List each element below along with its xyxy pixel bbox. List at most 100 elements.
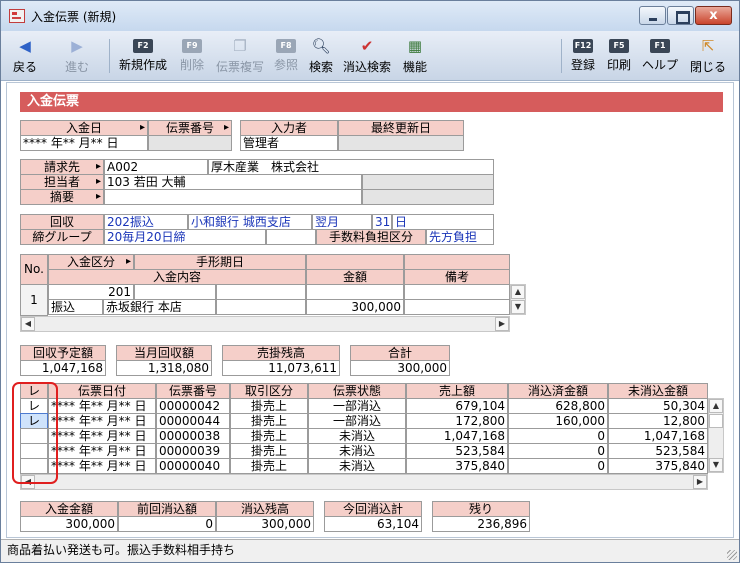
f2-key-icon: F2	[133, 39, 153, 53]
clear-type-cell: 掛売上	[230, 443, 308, 459]
reference-button[interactable]: F8 参照	[271, 35, 301, 77]
detail-row-note[interactable]	[404, 299, 510, 315]
resize-grip-icon[interactable]	[727, 550, 737, 560]
delete-button[interactable]: F9 削除	[177, 35, 207, 77]
scroll-thumb[interactable]	[709, 414, 723, 428]
function-button[interactable]: ▦ 機能	[399, 35, 431, 77]
f8-key-icon: F8	[276, 39, 296, 53]
clear-date-cell: **** 年** 月** 日	[48, 413, 156, 429]
slip-form: 入金伝票 入金日 伝票番号 **** 年** 月** 日 入力者 最終更新日 管…	[6, 82, 734, 538]
clear-status-cell: 一部消込	[308, 413, 406, 429]
clear-col-sales: 売上額	[406, 383, 508, 399]
clear-sales-cell: 523,584	[406, 443, 508, 459]
app-window: 入金伝票 (新規) x ◀ 戻る ▶ 進む F2 新規作成 F9 削除 ❐ 伝票…	[0, 0, 740, 563]
detail-row-code[interactable]: 201	[48, 284, 134, 300]
detail-no-header: No.	[20, 254, 48, 285]
total-label: 合計	[350, 345, 450, 361]
rep-extra-field	[362, 174, 494, 190]
clear-date-cell: **** 年** 月** 日	[48, 398, 156, 414]
exit-door-icon: ⇱	[701, 37, 715, 55]
close-group-field: 20毎月20日締	[104, 229, 266, 245]
prev-value: 0	[118, 516, 216, 532]
scroll-right-icon[interactable]: ▶	[693, 475, 707, 489]
clear-type-cell: 掛売上	[230, 413, 308, 429]
detail-row-amount[interactable]: 300,000	[306, 299, 404, 315]
month-value: 1,318,080	[116, 360, 212, 376]
detail-row-bill-date[interactable]	[134, 284, 216, 300]
clear-slip-cell: 00000044	[156, 413, 230, 429]
receivable-value: 11,073,611	[222, 360, 340, 376]
clearing-vertical-scrollbar[interactable]: ▲ ▼	[708, 398, 724, 473]
f5-key-icon: F5	[609, 39, 629, 53]
function-icon: ▦	[407, 37, 423, 55]
today-label: 今回消込計	[324, 501, 422, 517]
clear-remaining-cell: 12,800	[608, 413, 708, 429]
clear-col-date: 伝票日付	[48, 383, 156, 399]
summary-extra-field	[362, 189, 494, 205]
scroll-right-icon[interactable]: ▶	[495, 317, 509, 331]
clear-sales-cell: 375,840	[406, 458, 508, 474]
back-arrow-icon: ◀	[19, 37, 31, 55]
detail-kind-header: 入金区分	[48, 254, 134, 270]
clear-date-cell: **** 年** 月** 日	[48, 428, 156, 444]
clear-remaining-cell: 50,304	[608, 398, 708, 414]
back-button[interactable]: ◀ 戻る	[7, 35, 43, 77]
clearing-horizontal-scrollbar[interactable]: ◀ ▶	[20, 474, 708, 490]
clear-search-button[interactable]: ✔ 消込検索	[341, 35, 393, 77]
clear-col-remaining: 未消込金額	[608, 383, 708, 399]
clear-col-slip: 伝票番号	[156, 383, 230, 399]
title-bar: 入金伝票 (新規) x	[1, 1, 739, 31]
date-field[interactable]: **** 年** 月** 日	[20, 135, 148, 151]
clear-type-cell: 掛売上	[230, 398, 308, 414]
close-window-button[interactable]: x	[695, 6, 732, 25]
clear-date-cell: **** 年** 月** 日	[48, 443, 156, 459]
planned-value: 1,047,168	[20, 360, 106, 376]
forward-arrow-icon: ▶	[71, 37, 83, 55]
register-button[interactable]: F12 登録	[567, 35, 599, 77]
detail-horizontal-scrollbar[interactable]: ◀ ▶	[20, 316, 510, 332]
scroll-up-icon[interactable]: ▲	[511, 285, 525, 299]
detail-row-no: 1	[20, 284, 48, 316]
detail-vertical-scrollbar[interactable]: ▲ ▼	[510, 284, 526, 315]
clear-cleared-cell: 0	[508, 458, 608, 474]
detail-note-header: 備考	[404, 269, 510, 285]
scroll-left-icon[interactable]: ◀	[21, 317, 35, 331]
help-button[interactable]: F1 ヘルプ	[639, 35, 681, 77]
clear-cleared-cell: 628,800	[508, 398, 608, 414]
maximize-button[interactable]	[667, 6, 694, 25]
scroll-up-icon[interactable]: ▲	[709, 399, 723, 413]
summary-label: 摘要	[20, 189, 104, 205]
search-button[interactable]: 🔍︎ 検索	[305, 35, 337, 77]
clear-date-cell: **** 年** 月** 日	[48, 458, 156, 474]
copy-slip-button[interactable]: ❐ 伝票複写	[213, 35, 267, 77]
clear-sales-cell: 1,047,168	[406, 428, 508, 444]
detail-amount-header: 金額	[306, 269, 404, 285]
copy-icon: ❐	[233, 37, 247, 55]
close-button[interactable]: ⇱ 閉じる	[687, 35, 729, 77]
new-button[interactable]: F2 新規作成	[117, 35, 169, 77]
prev-label: 前回消込額	[118, 501, 216, 517]
clear-status-cell: 未消込	[308, 428, 406, 444]
fee-label: 手数料負担区分	[316, 229, 426, 245]
clear-col-cleared: 消込済金額	[508, 383, 608, 399]
clear-col-type: 取引区分	[230, 383, 308, 399]
scroll-down-icon[interactable]: ▼	[511, 300, 525, 314]
close-group-extra	[266, 229, 316, 245]
rep-field[interactable]: 103 若田 大輔	[104, 174, 362, 190]
clear-slip-cell: 00000039	[156, 443, 230, 459]
slip-no-field	[148, 135, 232, 151]
last-updated-label: 最終更新日	[338, 120, 464, 136]
clear-cleared-cell: 0	[508, 428, 608, 444]
forward-button[interactable]: ▶ 進む	[59, 35, 95, 77]
print-button[interactable]: F5 印刷	[603, 35, 635, 77]
billing-code-field[interactable]: A002	[104, 159, 208, 175]
scroll-down-icon[interactable]: ▼	[709, 458, 723, 472]
minimize-button[interactable]	[639, 6, 666, 25]
clear-type-cell: 掛売上	[230, 428, 308, 444]
f12-key-icon: F12	[573, 39, 593, 53]
clear-status-cell: 一部消込	[308, 398, 406, 414]
receivable-label: 売掛残高	[222, 345, 340, 361]
f9-key-icon: F9	[182, 39, 202, 53]
summary-field[interactable]	[104, 189, 362, 205]
paid-value: 300,000	[20, 516, 118, 532]
